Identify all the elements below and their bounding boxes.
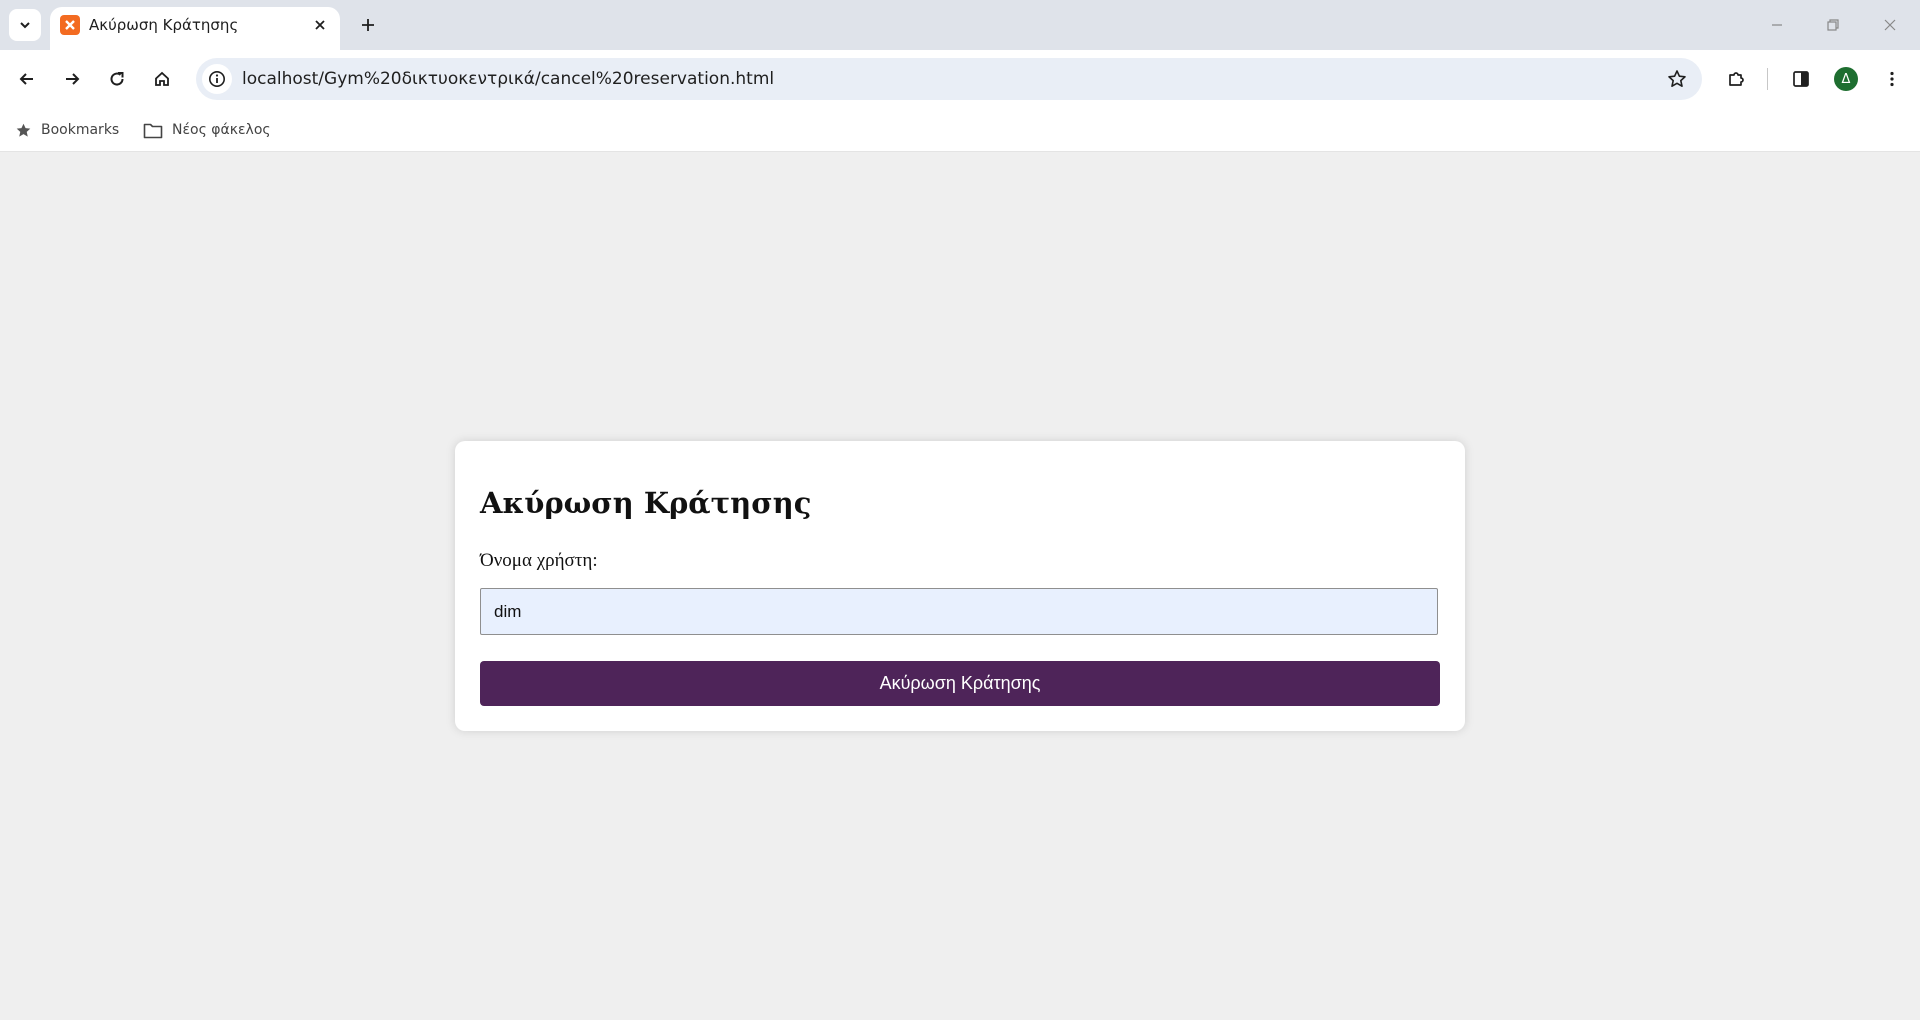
address-bar[interactable]: localhost/Gym%20δικτυοκεντρικά/cancel%20…: [196, 58, 1702, 100]
username-label: Όνομα χρήστη:: [480, 550, 598, 571]
minimize-icon: [1772, 24, 1782, 26]
bookmark-label: Νέος φάκελος: [172, 122, 271, 138]
plus-icon: [362, 19, 374, 31]
minimize-button[interactable]: [1749, 0, 1805, 50]
restore-button[interactable]: [1805, 0, 1861, 50]
home-icon: [155, 71, 169, 86]
close-icon: [315, 20, 325, 30]
browser-toolbar: localhost/Gym%20δικτυοκεντρικά/cancel%20…: [0, 50, 1920, 108]
arrow-left-icon: [19, 73, 33, 85]
xampp-favicon-icon: [60, 15, 80, 35]
info-icon: [209, 71, 225, 87]
browser-tabstrip: Ακύρωση Κράτησης: [0, 0, 1920, 50]
puzzle-icon: [1729, 72, 1744, 86]
page-content: Ακύρωση Κράτησης Όνομα χρήστη: Ακύρωση Κ…: [0, 152, 1920, 1020]
profile-avatar[interactable]: Δ: [1834, 67, 1858, 91]
close-icon: [1884, 19, 1896, 31]
reload-icon: [110, 72, 124, 86]
url-text: localhost/Gym%20δικτυοκεντρικά/cancel%20…: [242, 69, 775, 89]
bookmarks-bar: Bookmarks Νέος φάκελος: [0, 108, 1920, 152]
chevron-down-icon: [20, 22, 30, 29]
star-outline-icon: [1668, 70, 1686, 87]
back-button[interactable]: [10, 62, 44, 96]
restore-icon: [1827, 19, 1839, 31]
close-window-button[interactable]: [1862, 0, 1918, 50]
bookmark-folder-neos-fakelos[interactable]: Νέος φάκελος: [143, 118, 271, 142]
folder-icon: [143, 123, 163, 138]
extensions-button[interactable]: [1719, 62, 1753, 96]
site-info-button[interactable]: [202, 64, 232, 94]
star-icon: [16, 123, 31, 137]
username-input[interactable]: [480, 588, 1438, 635]
browser-tab[interactable]: Ακύρωση Κράτησης: [50, 7, 340, 50]
home-button[interactable]: [145, 62, 179, 96]
new-tab-button[interactable]: [352, 9, 384, 41]
forward-button[interactable]: [55, 62, 89, 96]
browser-menu-button[interactable]: [1875, 62, 1909, 96]
side-panel-button[interactable]: [1784, 62, 1818, 96]
tab-close-button[interactable]: [309, 14, 331, 36]
arrow-right-icon: [66, 73, 80, 85]
cancel-reservation-card: Ακύρωση Κράτησης Όνομα χρήστη: Ακύρωση Κ…: [455, 441, 1465, 731]
cancel-reservation-button[interactable]: Ακύρωση Κράτησης: [480, 661, 1440, 706]
side-panel-icon: [1793, 71, 1809, 87]
kebab-menu-icon: [1890, 71, 1894, 87]
tab-search-button[interactable]: [9, 9, 41, 41]
tab-title: Ακύρωση Κράτησης: [89, 16, 239, 34]
toolbar-divider: [1767, 68, 1768, 90]
bookmark-item-bookmarks[interactable]: Bookmarks: [15, 118, 119, 142]
bookmark-star-button[interactable]: [1664, 66, 1690, 92]
page-title: Ακύρωση Κράτησης: [480, 486, 812, 520]
reload-button[interactable]: [100, 62, 134, 96]
bookmark-label: Bookmarks: [41, 122, 120, 138]
